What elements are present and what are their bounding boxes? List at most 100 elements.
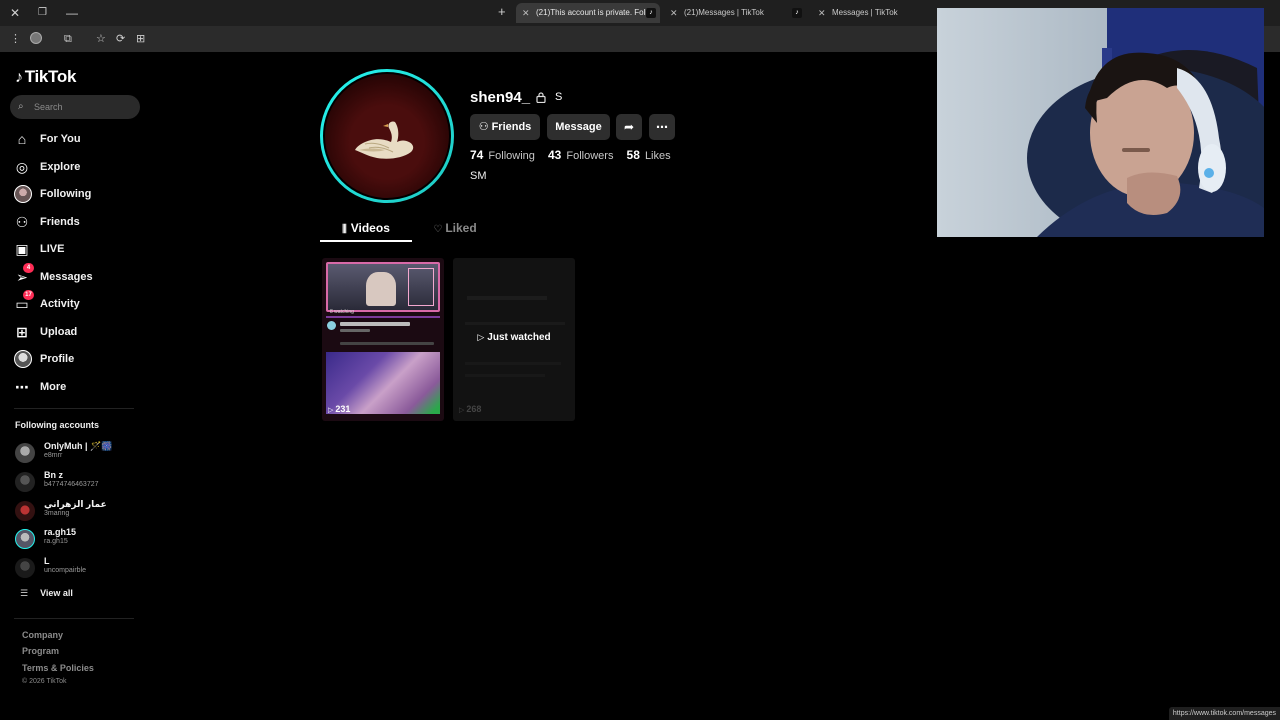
avatar-image	[325, 74, 449, 198]
avatar	[15, 443, 35, 463]
account-name: OnlyMuh | 🪄🎆	[44, 441, 113, 451]
dim-line	[465, 362, 561, 365]
just-watched-label: ▷ Just watched	[453, 332, 575, 343]
close-tab-icon[interactable]: ✕	[670, 3, 678, 23]
search-input[interactable]: ⌕ Search	[10, 95, 140, 119]
live-icon: ▣	[15, 241, 29, 257]
views-count: 268	[466, 404, 482, 414]
nav-label: LIVE	[40, 243, 65, 255]
tab-liked[interactable]: ♡ Liked	[420, 218, 490, 242]
nav-item-friends[interactable]: ⚇ Friends	[14, 212, 144, 232]
profile-bio: SM	[470, 170, 487, 182]
browser-tab[interactable]: ✕ (21)This account is private. Follo ♪	[516, 3, 660, 23]
footer-link-terms[interactable]: Terms & Policies	[22, 663, 94, 673]
bookmark-star-icon[interactable]: ☆	[96, 32, 106, 46]
close-tab-icon[interactable]: ✕	[522, 3, 530, 23]
play-icon: ▷	[477, 332, 485, 342]
footer-link-program[interactable]: Program	[22, 646, 59, 656]
more-icon: ⋯	[15, 379, 29, 395]
person-thumbnail	[366, 272, 396, 306]
liked-heart-icon: ♡	[433, 224, 443, 235]
translate-icon[interactable]: ⊞	[136, 32, 145, 46]
message-button-label: Message	[555, 121, 602, 133]
status-url: https://www.tiktok.com/messages	[1168, 707, 1280, 720]
browser-tab[interactable]: ✕ Messages | TikTok	[812, 3, 932, 23]
compass-icon: ◎	[15, 159, 29, 175]
video-thumbnail	[326, 262, 440, 312]
watching-count: 8 watching	[330, 309, 354, 315]
nav-item-upload[interactable]: ⊞ Upload	[14, 322, 144, 342]
swan-image	[355, 121, 414, 159]
reload-icon[interactable]: ⟳	[116, 32, 125, 46]
tiktok-favicon-icon: ♪	[792, 8, 802, 18]
dim-line	[465, 322, 565, 325]
account-handle: ra.gh15	[44, 538, 68, 545]
nav-item-profile[interactable]: Profile	[14, 349, 144, 369]
upload-icon: ⊞	[16, 324, 28, 340]
browser-profile-avatar[interactable]	[30, 32, 42, 44]
browser-tab[interactable]: ✕ (21)Messages | TikTok ♪	[664, 3, 808, 23]
view-all-link[interactable]: ☰ View all	[20, 588, 73, 599]
tiktok-logo[interactable]: ♪ TikTok	[15, 67, 76, 87]
friends-icon: ⚇	[15, 214, 29, 230]
message-button[interactable]: Message	[547, 114, 610, 140]
videos-grid-icon: ⫼	[342, 224, 347, 235]
nav-item-live[interactable]: ▣ LIVE	[14, 239, 144, 259]
nav-item-explore[interactable]: ◎ Explore	[14, 157, 144, 177]
nav-item-following[interactable]: Following	[14, 184, 144, 204]
live-subtitle-line	[340, 329, 370, 332]
home-icon: ⌂	[17, 131, 27, 147]
restore-window-icon[interactable]: ❐	[38, 5, 47, 21]
tab-label: Liked	[445, 221, 477, 235]
nav-label: Messages	[40, 271, 93, 283]
close-tab-icon[interactable]: ✕	[818, 3, 826, 23]
following-label[interactable]: Following	[488, 150, 534, 162]
tab-label: Videos	[350, 221, 390, 235]
webcam-overlay	[937, 8, 1264, 237]
profile-tabs: ⫼ Videos ♡ Liked	[320, 218, 960, 242]
divider	[14, 618, 134, 619]
friends-button-label: Friends	[491, 121, 532, 133]
nav-item-activity[interactable]: ▭ 17 Activity	[14, 290, 144, 314]
extensions-icon[interactable]: ⧉	[64, 32, 72, 46]
video-card[interactable]: ▷ Just watched ▷ 268	[453, 258, 575, 421]
share-button[interactable]: ➦	[616, 114, 642, 140]
nav-item-messages[interactable]: ➢ 4 Messages	[14, 263, 144, 287]
nav-item-for-you[interactable]: ⌂ For You	[14, 129, 144, 149]
footer-link-company[interactable]: Company	[22, 630, 63, 640]
tiktok-note-icon: ♪	[15, 69, 23, 86]
following-account-item[interactable]: OnlyMuh | 🪄🎆 e8mrr	[15, 441, 145, 465]
friends-icon: ⚇	[478, 121, 489, 133]
more-options-button[interactable]: ⋯	[649, 114, 675, 140]
live-title-line	[340, 322, 410, 326]
close-window-icon[interactable]: ✕	[10, 5, 20, 21]
video-card[interactable]: 8 watching ▷ 231	[322, 258, 444, 421]
following-account-item[interactable]: ra.gh15 ra.gh15	[15, 527, 145, 551]
minimize-window-icon[interactable]: —	[66, 5, 78, 21]
nav-label: Following	[40, 188, 92, 200]
new-tab-icon[interactable]: +	[498, 4, 506, 19]
menu-dots-icon[interactable]: ⋮	[10, 32, 21, 46]
view-all-label: View all	[40, 588, 73, 598]
tab-videos[interactable]: ⫼ Videos	[320, 218, 412, 242]
friends-button[interactable]: ⚇ Friends	[470, 114, 540, 140]
account-name: عمار الزهراني	[44, 499, 107, 509]
views-count: 231	[335, 404, 351, 414]
following-avatar	[14, 185, 32, 203]
video-views: ▷ 268	[459, 404, 481, 414]
following-account-item[interactable]: Bn z b4774746463727	[15, 470, 145, 494]
following-account-item[interactable]: L uncompairble	[15, 556, 145, 580]
following-account-item[interactable]: عمار الزهراني 3maring	[15, 499, 145, 523]
profile-username: shen94_	[470, 89, 531, 106]
search-placeholder: Search	[34, 102, 63, 112]
avatar	[15, 558, 35, 578]
followers-label[interactable]: Followers	[566, 150, 613, 162]
live-tags-row	[340, 342, 434, 345]
lock-icon	[536, 92, 546, 103]
copyright: © 2026 TikTok	[22, 678, 67, 685]
following-count: 74	[470, 148, 484, 162]
tiktok-favicon-icon: ♪	[646, 8, 656, 18]
profile-avatar[interactable]	[320, 69, 454, 203]
following-accounts-title: Following accounts	[15, 420, 100, 430]
nav-item-more[interactable]: ⋯ More	[14, 377, 144, 397]
